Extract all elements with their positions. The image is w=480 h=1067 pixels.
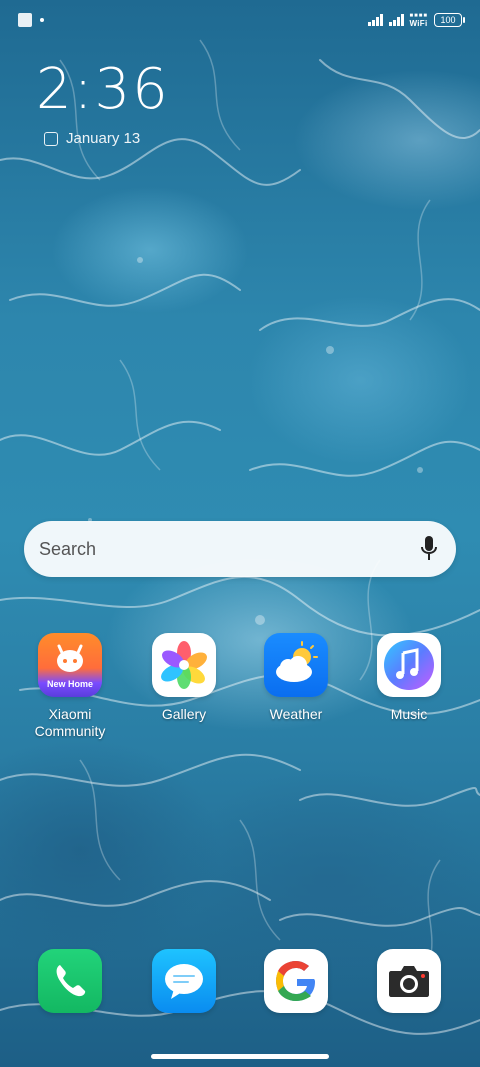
battery-level: 100 (440, 15, 456, 25)
calendar-icon (44, 131, 58, 146)
app-gallery[interactable]: Gallery (136, 633, 232, 723)
more-notifications-icon (40, 18, 44, 22)
app-label-text: Xiaomi Community (34, 706, 106, 739)
phone-icon (38, 949, 102, 1013)
app-label: Music (390, 706, 428, 722)
status-left (18, 13, 44, 27)
app-label: Gallery (161, 706, 207, 722)
app-weather[interactable]: Weather (248, 633, 344, 723)
app-music[interactable]: Music (361, 633, 457, 723)
google-icon (264, 949, 328, 1013)
camera-icon (377, 949, 441, 1013)
xiaomi-community-icon: New Home (38, 633, 102, 697)
date-label: January 13 (66, 130, 141, 147)
music-icon (377, 633, 441, 697)
wifi-icon: ■■■■ WiFi (409, 13, 428, 28)
battery-icon: 100 (434, 13, 465, 27)
date-widget[interactable]: January 13 (44, 130, 140, 147)
messages-icon (152, 949, 216, 1013)
search-bar[interactable]: Search (24, 521, 456, 577)
home-indicator[interactable] (151, 1054, 329, 1059)
dock-google[interactable] (248, 949, 344, 1013)
wifi-label: WiFi (409, 19, 428, 28)
signal-icon (367, 14, 383, 26)
search-placeholder: Search (39, 539, 97, 559)
signal-icon-2 (388, 14, 404, 26)
weather-icon (264, 633, 328, 697)
clock-time[interactable]: 2:36 (36, 58, 170, 122)
gallery-icon (152, 633, 216, 697)
status-right: ■■■■ WiFi 100 (367, 12, 465, 28)
app-label: Xiaomi Community (22, 706, 118, 740)
notification-icon (18, 13, 32, 27)
app-xiaomi-community[interactable]: New Home Xiaomi Community (22, 633, 118, 740)
app-label: Weather (269, 706, 323, 722)
dock-phone[interactable] (22, 949, 118, 1013)
dock-camera[interactable] (361, 949, 457, 1013)
community-badge: New Home (46, 679, 93, 689)
dock-messages[interactable] (136, 949, 232, 1013)
status-bar: ■■■■ WiFi 100 (0, 0, 480, 40)
microphone-icon[interactable] (420, 535, 438, 563)
